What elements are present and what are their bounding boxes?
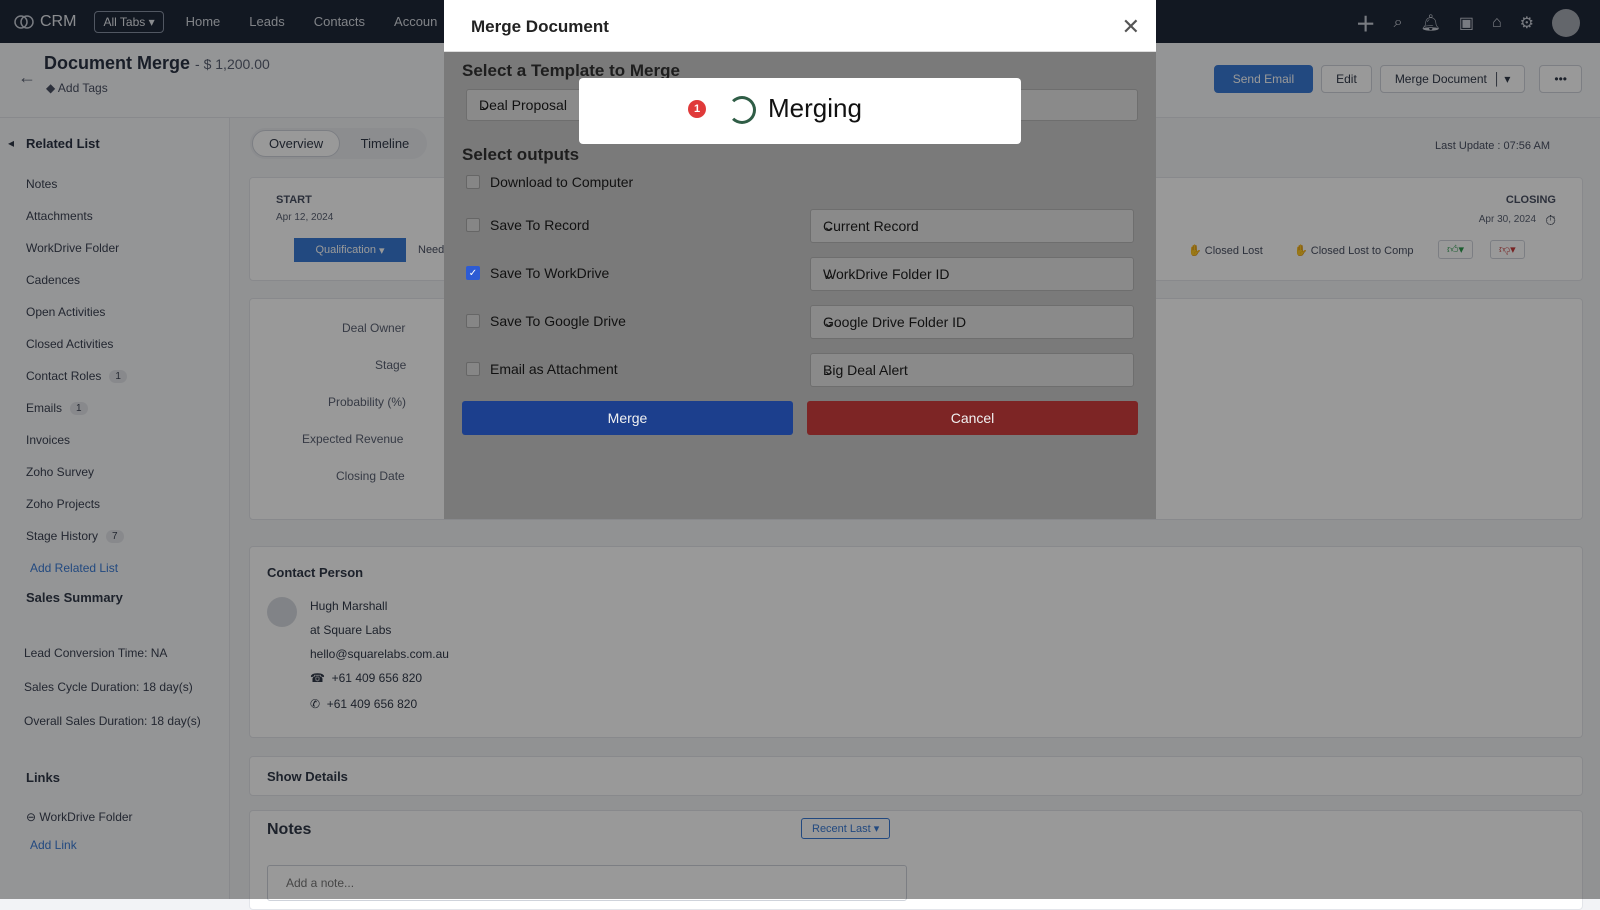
- checkbox-checked[interactable]: ✓: [466, 266, 480, 280]
- modal-header: Merge Document ✕: [444, 0, 1156, 52]
- output-label: Save To Record: [490, 217, 590, 233]
- chevron-down-icon: ⌄: [823, 266, 835, 282]
- merging-status-text: Merging: [768, 93, 862, 123]
- checkbox[interactable]: [466, 218, 480, 232]
- checkbox[interactable]: [466, 175, 480, 189]
- record-select[interactable]: Current Record ⌄: [810, 209, 1134, 243]
- output-save-to-record[interactable]: Save To Record: [466, 217, 589, 233]
- close-icon[interactable]: ✕: [1122, 14, 1140, 40]
- cancel-button[interactable]: Cancel: [807, 401, 1138, 435]
- output-label: Download to Computer: [490, 174, 634, 190]
- output-label: Email as Attachment: [490, 361, 618, 377]
- checkbox[interactable]: [466, 314, 480, 328]
- google-drive-folder-select[interactable]: Google Drive Folder ID ⌄: [810, 305, 1134, 339]
- output-download[interactable]: Download to Computer: [466, 174, 633, 190]
- workdrive-folder-select[interactable]: WorkDrive Folder ID ⌄: [810, 257, 1134, 291]
- email-template-select[interactable]: Big Deal Alert ⌄: [810, 353, 1134, 387]
- output-save-to-workdrive[interactable]: ✓ Save To WorkDrive: [466, 265, 609, 281]
- output-label: Save To Google Drive: [490, 313, 626, 329]
- merge-button[interactable]: Merge: [462, 401, 793, 435]
- spinner-icon: [728, 96, 756, 124]
- chevron-down-icon: ⌄: [823, 362, 835, 378]
- chevron-down-icon: ⌄: [823, 218, 835, 234]
- output-label: Save To WorkDrive: [490, 265, 610, 281]
- output-save-to-google-drive[interactable]: Save To Google Drive: [466, 313, 626, 329]
- merging-progress-dialog: 1 Merging: [579, 78, 1021, 144]
- chevron-down-icon: ⌄: [823, 314, 835, 330]
- notification-badge: 1: [688, 100, 706, 118]
- checkbox[interactable]: [466, 362, 480, 376]
- modal-title: Merge Document: [471, 17, 609, 36]
- output-email-as-attachment[interactable]: Email as Attachment: [466, 361, 618, 377]
- outputs-heading: Select outputs: [462, 145, 580, 164]
